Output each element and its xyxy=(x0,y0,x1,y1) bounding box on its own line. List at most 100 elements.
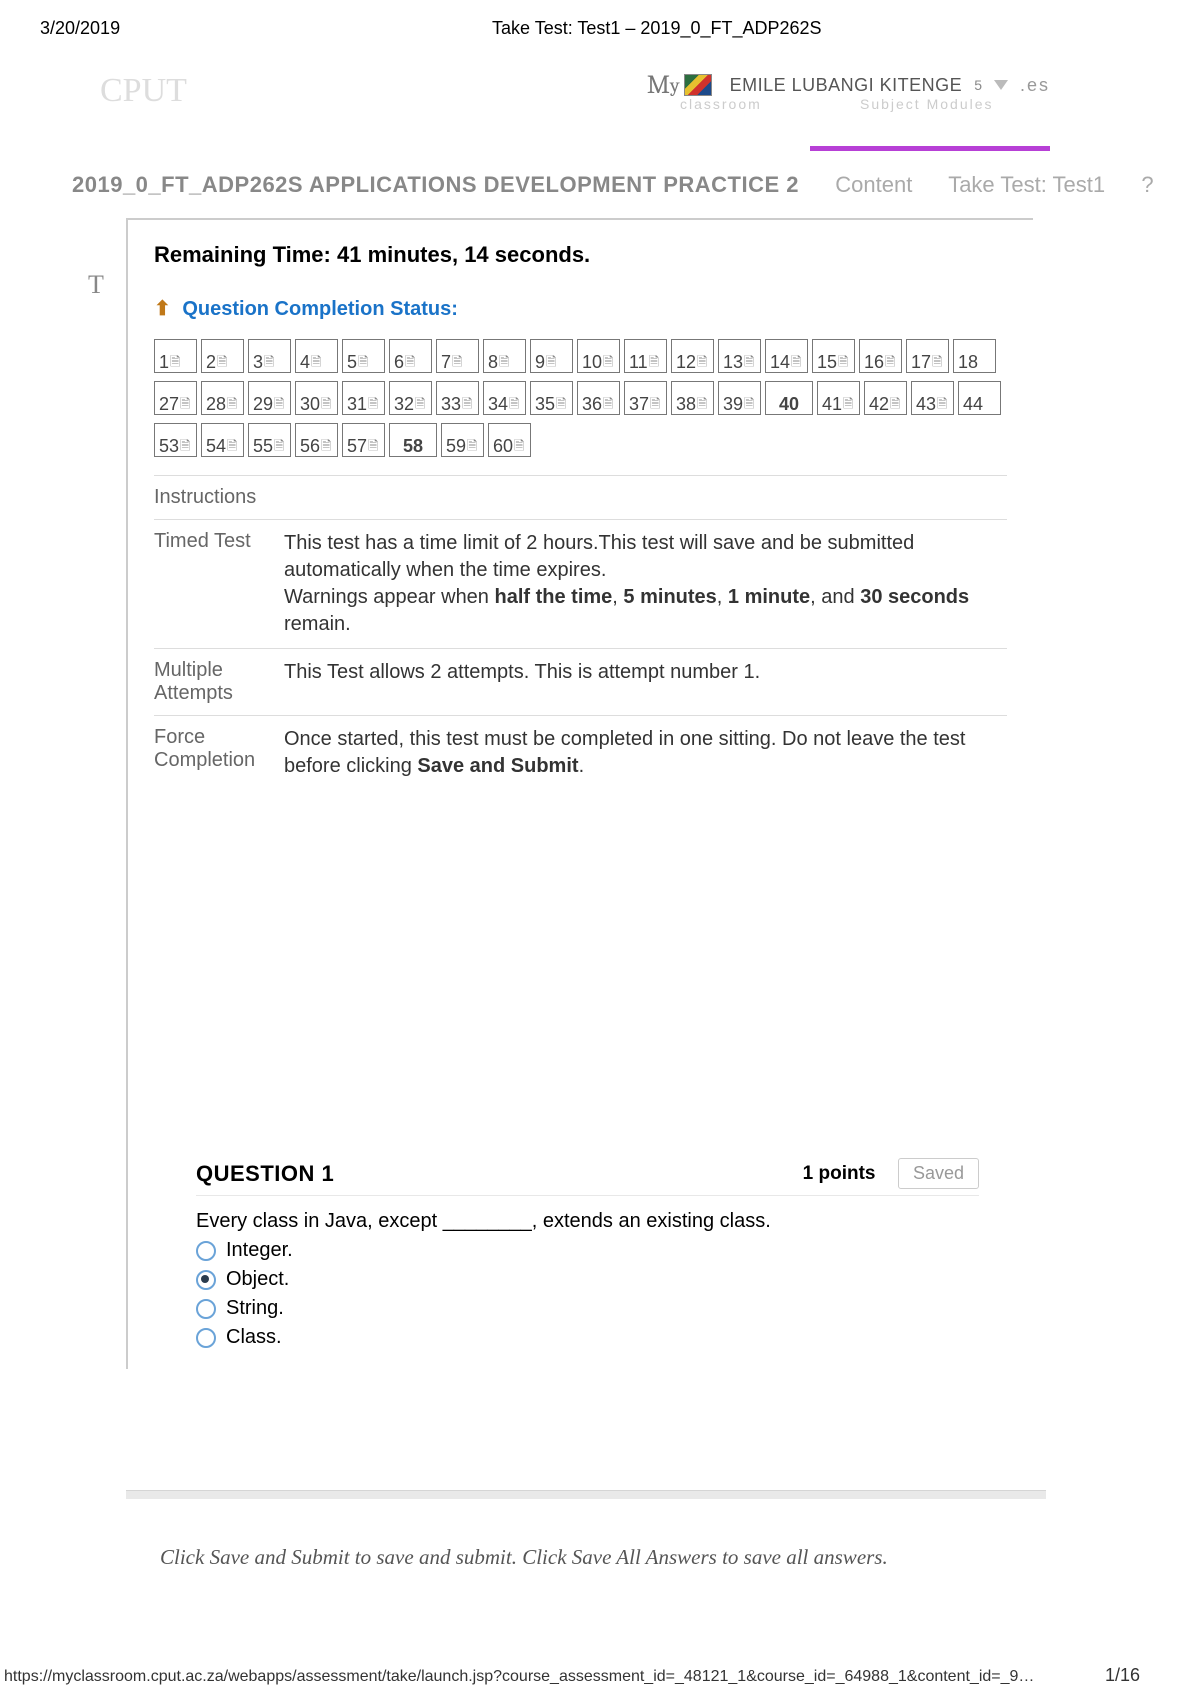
question-nav-13[interactable]: 13🗎 xyxy=(718,339,761,373)
question-nav-28[interactable]: 28🗎 xyxy=(201,381,244,415)
question-nav-43[interactable]: 43🗎 xyxy=(911,381,954,415)
instruction-value: Once started, this test must be complete… xyxy=(284,726,999,780)
timer-label: Remaining Time: xyxy=(154,242,331,267)
question-nav-7[interactable]: 7🗎 xyxy=(436,339,479,373)
question-nav-8[interactable]: 8🗎 xyxy=(483,339,526,373)
institution-logo: CPUT xyxy=(100,72,187,110)
answer-option[interactable]: String. xyxy=(196,1297,979,1320)
page-url: https://myclassroom.cput.ac.za/webapps/a… xyxy=(4,1668,1034,1686)
question-nav-57[interactable]: 57🗎 xyxy=(342,423,385,457)
question-nav-6[interactable]: 6🗎 xyxy=(389,339,432,373)
answer-options: Integer. Object. String. Class. xyxy=(196,1239,979,1349)
collapse-icon[interactable]: ⬆ xyxy=(154,298,171,320)
notif-count[interactable]: 5 xyxy=(974,77,982,93)
answer-option[interactable]: Integer. xyxy=(196,1239,979,1262)
chevron-down-icon[interactable] xyxy=(994,80,1008,90)
question-nav-12[interactable]: 12🗎 xyxy=(671,339,714,373)
instruction-key: Timed Test xyxy=(154,530,284,638)
timer-sec: 14 xyxy=(464,242,488,267)
question-nav-4[interactable]: 4🗎 xyxy=(295,339,338,373)
saved-badge: Saved xyxy=(898,1158,979,1189)
inst-head: Instructions xyxy=(154,486,284,509)
question-nav-11[interactable]: 11🗎 xyxy=(624,339,667,373)
question-nav-35[interactable]: 35🗎 xyxy=(530,381,573,415)
question-nav-53[interactable]: 53🗎 xyxy=(154,423,197,457)
faded-text-1: classroom xyxy=(680,96,762,112)
question-nav-31[interactable]: 31🗎 xyxy=(342,381,385,415)
question-nav-3[interactable]: 3🗎 xyxy=(248,339,291,373)
question-points: 1 points xyxy=(803,1163,876,1184)
question-nav-37[interactable]: 37🗎 xyxy=(624,381,667,415)
instruction-row: Timed TestThis test has a time limit of … xyxy=(154,519,1007,648)
instruction-key: Multiple Attempts xyxy=(154,659,284,705)
question-nav-39[interactable]: 39🗎 xyxy=(718,381,761,415)
question-nav-1[interactable]: 1🗎 xyxy=(154,339,197,373)
question-nav-59[interactable]: 59🗎 xyxy=(441,423,484,457)
question-nav-29[interactable]: 29🗎 xyxy=(248,381,291,415)
question-nav-18[interactable]: 18 xyxy=(953,339,996,373)
radio-icon[interactable] xyxy=(196,1241,216,1261)
breadcrumb-take-test[interactable]: Take Test: Test1 xyxy=(948,172,1105,197)
my-m: M xyxy=(647,70,670,100)
option-label: Object. xyxy=(226,1268,289,1291)
instruction-key: Force Completion xyxy=(154,726,284,780)
instruction-value: This Test allows 2 attempts. This is att… xyxy=(284,659,999,705)
breadcrumb-content[interactable]: Content xyxy=(835,172,912,197)
radio-icon[interactable] xyxy=(196,1328,216,1348)
question-nav-33[interactable]: 33🗎 xyxy=(436,381,479,415)
timer-min: 41 xyxy=(337,242,361,267)
user-name[interactable]: EMILE LUBANGI KITENGE xyxy=(730,75,963,96)
question-nav-30[interactable]: 30🗎 xyxy=(295,381,338,415)
flag-icon xyxy=(684,74,712,96)
completion-status-header[interactable]: ⬆ Question Completion Status: xyxy=(154,296,1007,321)
question-nav-38[interactable]: 38🗎 xyxy=(671,381,714,415)
question-nav-41[interactable]: 41🗎 xyxy=(817,381,860,415)
breadcrumb: 2019_0_FT_ADP262S APPLICATIONS DEVELOPME… xyxy=(72,172,1154,198)
question-nav-16[interactable]: 16🗎 xyxy=(859,339,902,373)
stray-letter: T xyxy=(88,270,104,300)
question-nav-55[interactable]: 55🗎 xyxy=(248,423,291,457)
help-icon[interactable]: ? xyxy=(1141,172,1153,197)
answer-option[interactable]: Class. xyxy=(196,1326,979,1349)
course-title[interactable]: 2019_0_FT_ADP262S APPLICATIONS DEVELOPME… xyxy=(72,172,799,197)
question-nav-42[interactable]: 42🗎 xyxy=(864,381,907,415)
question-nav-9[interactable]: 9🗎 xyxy=(530,339,573,373)
question-box: QUESTION 1 1 points Saved Every class in… xyxy=(164,1150,997,1369)
question-nav-5[interactable]: 5🗎 xyxy=(342,339,385,373)
option-label: Class. xyxy=(226,1326,282,1349)
question-nav-14[interactable]: 14🗎 xyxy=(765,339,808,373)
question-nav-15[interactable]: 15🗎 xyxy=(812,339,855,373)
question-nav-2[interactable]: 2🗎 xyxy=(201,339,244,373)
question-nav-36[interactable]: 36🗎 xyxy=(577,381,620,415)
question-title: QUESTION 1 xyxy=(196,1161,334,1187)
option-label: String. xyxy=(226,1297,284,1320)
qcs-text: Question Completion Status: xyxy=(182,298,458,320)
question-nav-60[interactable]: 60🗎 xyxy=(488,423,531,457)
print-date: 3/20/2019 xyxy=(40,18,120,39)
question-nav-32[interactable]: 32🗎 xyxy=(389,381,432,415)
answer-option[interactable]: Object. xyxy=(196,1268,979,1291)
test-frame: Remaining Time: 41 minutes, 14 seconds. … xyxy=(126,218,1033,1369)
question-nav-34[interactable]: 34🗎 xyxy=(483,381,526,415)
question-nav-56[interactable]: 56🗎 xyxy=(295,423,338,457)
radio-icon[interactable] xyxy=(196,1299,216,1319)
question-nav-54[interactable]: 54🗎 xyxy=(201,423,244,457)
divider-bar xyxy=(126,1490,1046,1499)
question-nav-44[interactable]: 44 xyxy=(958,381,1001,415)
instruction-row: Force CompletionOnce started, this test … xyxy=(154,715,1007,790)
question-nav-17[interactable]: 17🗎 xyxy=(906,339,949,373)
question-nav-58[interactable]: 58 xyxy=(389,423,437,457)
instruction-value: This test has a time limit of 2 hours.Th… xyxy=(284,530,999,638)
radio-icon[interactable] xyxy=(196,1270,216,1290)
question-navigator: 1🗎2🗎3🗎4🗎5🗎6🗎7🗎8🗎9🗎10🗎11🗎12🗎13🗎14🗎15🗎16🗎1… xyxy=(154,339,1007,465)
trailing-es: .es xyxy=(1020,75,1050,96)
instructions-block: Instructions Timed TestThis test has a t… xyxy=(154,475,1007,790)
timer-sec-lab: seconds. xyxy=(495,242,590,267)
question-text: Every class in Java, except ________, ex… xyxy=(196,1210,979,1233)
active-tab-indicator xyxy=(810,146,1050,151)
question-nav-27[interactable]: 27🗎 xyxy=(154,381,197,415)
question-nav-40[interactable]: 40 xyxy=(765,381,813,415)
timer-min-lab: minutes, xyxy=(368,242,458,267)
footer-instructions: Click Save and Submit to save and submit… xyxy=(160,1545,888,1570)
question-nav-10[interactable]: 10🗎 xyxy=(577,339,620,373)
